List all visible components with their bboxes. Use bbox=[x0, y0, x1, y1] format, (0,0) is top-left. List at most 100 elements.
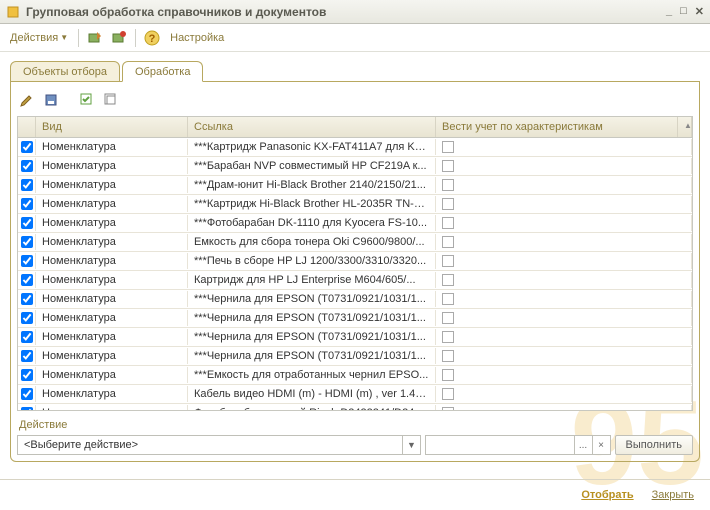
row-checkbox[interactable] bbox=[21, 407, 33, 410]
row-char[interactable] bbox=[436, 386, 692, 402]
row-link: ***Драм-юнит Hi-Black Brother 2140/2150/… bbox=[188, 177, 436, 193]
table-row[interactable]: НоменклатураКабель видео HDMI (m) - HDMI… bbox=[18, 385, 692, 404]
table-row[interactable]: Номенклатура***Чернила для EPSON (T0731/… bbox=[18, 290, 692, 309]
row-link: ***Картридж Hi-Black Brother HL-2035R TN… bbox=[188, 196, 436, 212]
row-checkbox[interactable] bbox=[21, 312, 33, 324]
row-checkbox[interactable] bbox=[21, 331, 33, 343]
execute-button[interactable]: Выполнить bbox=[615, 435, 693, 455]
select-button[interactable]: Отобрать bbox=[581, 489, 633, 501]
table-row[interactable]: Номенклатура***Картридж Panasonic KX-FAT… bbox=[18, 138, 692, 157]
row-char[interactable] bbox=[436, 310, 692, 326]
clear-button[interactable]: × bbox=[592, 436, 610, 454]
table-row[interactable]: Номенклатура***Картридж Hi-Black Brother… bbox=[18, 195, 692, 214]
row-char[interactable] bbox=[436, 367, 692, 383]
row-type: Номенклатура bbox=[36, 405, 188, 410]
row-char[interactable] bbox=[436, 139, 692, 155]
actions-menu[interactable]: Действия▼ bbox=[6, 30, 72, 46]
scroll-up-icon[interactable]: ▲ bbox=[678, 117, 692, 137]
help-icon[interactable]: ? bbox=[142, 28, 162, 48]
settings-link[interactable]: Настройка bbox=[166, 30, 228, 46]
table-row[interactable]: Номенклатура***Емкость для отработанных … bbox=[18, 366, 692, 385]
row-type: Номенклатура bbox=[36, 291, 188, 307]
processing-panel: Вид Ссылка Вести учет по характеристикам… bbox=[10, 82, 700, 462]
close-link[interactable]: Закрыть bbox=[652, 489, 694, 501]
row-checkbox[interactable] bbox=[21, 160, 33, 172]
table-row[interactable]: НоменклатураКартридж для HP LJ Enterpris… bbox=[18, 271, 692, 290]
row-checkbox[interactable] bbox=[21, 369, 33, 381]
row-link: ***Чернила для EPSON (T0731/0921/1031/1.… bbox=[188, 310, 436, 326]
row-char[interactable] bbox=[436, 196, 692, 212]
action-combo[interactable]: <Выберите действие> ▼ bbox=[17, 435, 421, 455]
table-row[interactable]: Номенклатура***Печь в сборе HP LJ 1200/3… bbox=[18, 252, 692, 271]
objects-grid: Вид Ссылка Вести учет по характеристикам… bbox=[17, 116, 693, 411]
row-char[interactable] bbox=[436, 253, 692, 269]
row-link: ***Емкость для отработанных чернил EPSO.… bbox=[188, 367, 436, 383]
col-link[interactable]: Ссылка bbox=[188, 117, 436, 137]
row-checkbox[interactable] bbox=[21, 141, 33, 153]
grid-toolbar bbox=[17, 88, 693, 116]
toolbar-icon-2[interactable] bbox=[109, 28, 129, 48]
row-type: Номенклатура bbox=[36, 139, 188, 155]
row-char[interactable] bbox=[436, 405, 692, 410]
grid-body[interactable]: Номенклатура***Картридж Panasonic KX-FAT… bbox=[18, 138, 692, 410]
col-char[interactable]: Вести учет по характеристикам bbox=[436, 117, 678, 137]
row-char[interactable] bbox=[436, 291, 692, 307]
row-char[interactable] bbox=[436, 348, 692, 364]
row-checkbox[interactable] bbox=[21, 293, 33, 305]
row-type: Номенклатура bbox=[36, 253, 188, 269]
row-type: Номенклатура bbox=[36, 348, 188, 364]
row-char[interactable] bbox=[436, 234, 692, 250]
col-type[interactable]: Вид bbox=[36, 117, 188, 137]
row-type: Номенклатура bbox=[36, 196, 188, 212]
row-char[interactable] bbox=[436, 158, 692, 174]
row-checkbox[interactable] bbox=[21, 236, 33, 248]
row-checkbox[interactable] bbox=[21, 255, 33, 267]
table-row[interactable]: Номенклатура***Чернила для EPSON (T0731/… bbox=[18, 328, 692, 347]
row-link: Фотобарабан цветной Ricoh D2422241/D24..… bbox=[188, 405, 436, 410]
row-link: ***Печь в сборе HP LJ 1200/3300/3310/332… bbox=[188, 253, 436, 269]
tab-selection[interactable]: Объекты отбора bbox=[10, 61, 120, 82]
table-row[interactable]: Номенклатура***Барабан NVP совместимый H… bbox=[18, 157, 692, 176]
row-char[interactable] bbox=[436, 329, 692, 345]
close-button[interactable]: ✕ bbox=[695, 5, 704, 18]
row-checkbox[interactable] bbox=[21, 350, 33, 362]
row-link: ***Картридж Panasonic KX-FAT411A7 для KX… bbox=[188, 139, 436, 155]
check-all-icon[interactable] bbox=[77, 90, 97, 110]
row-type: Номенклатура bbox=[36, 367, 188, 383]
footer: Отобрать Закрыть bbox=[0, 479, 710, 509]
edit-icon[interactable] bbox=[17, 90, 37, 110]
table-row[interactable]: Номенклатура***Чернила для EPSON (T0731/… bbox=[18, 309, 692, 328]
row-checkbox[interactable] bbox=[21, 388, 33, 400]
maximize-button[interactable]: □ bbox=[680, 5, 687, 18]
row-char[interactable] bbox=[436, 177, 692, 193]
table-row[interactable]: Номенклатура***Фотобарабан DK-1110 для K… bbox=[18, 214, 692, 233]
row-checkbox[interactable] bbox=[21, 179, 33, 191]
table-row[interactable]: Номенклатура***Чернила для EPSON (T0731/… bbox=[18, 347, 692, 366]
row-checkbox[interactable] bbox=[21, 217, 33, 229]
uncheck-all-icon[interactable] bbox=[101, 90, 121, 110]
svg-text:?: ? bbox=[149, 33, 156, 45]
grid-header: Вид Ссылка Вести учет по характеристикам… bbox=[18, 117, 692, 138]
row-type: Номенклатура bbox=[36, 386, 188, 402]
row-type: Номенклатура bbox=[36, 158, 188, 174]
window-title: Групповая обработка справочников и докум… bbox=[26, 5, 666, 19]
row-type: Номенклатура bbox=[36, 177, 188, 193]
table-row[interactable]: Номенклатура***Драм-юнит Hi-Black Brothe… bbox=[18, 176, 692, 195]
row-link: ***Чернила для EPSON (T0731/0921/1031/1.… bbox=[188, 348, 436, 364]
save-icon[interactable] bbox=[41, 90, 61, 110]
row-char[interactable] bbox=[436, 272, 692, 288]
tab-processing[interactable]: Обработка bbox=[122, 61, 203, 82]
chevron-down-icon[interactable]: ▼ bbox=[402, 436, 420, 454]
toolbar: Действия▼ ? Настройка bbox=[0, 24, 710, 52]
row-checkbox[interactable] bbox=[21, 274, 33, 286]
row-checkbox[interactable] bbox=[21, 198, 33, 210]
value-input[interactable]: ... × bbox=[425, 435, 611, 455]
browse-button[interactable]: ... bbox=[574, 436, 592, 454]
row-char[interactable] bbox=[436, 215, 692, 231]
table-row[interactable]: НоменклатураЕмкость для сбора тонера Oki… bbox=[18, 233, 692, 252]
row-type: Номенклатура bbox=[36, 329, 188, 345]
minimize-button[interactable]: _ bbox=[666, 5, 672, 18]
toolbar-icon-1[interactable] bbox=[85, 28, 105, 48]
row-link: ***Чернила для EPSON (T0731/0921/1031/1.… bbox=[188, 291, 436, 307]
table-row[interactable]: НоменклатураФотобарабан цветной Ricoh D2… bbox=[18, 404, 692, 410]
